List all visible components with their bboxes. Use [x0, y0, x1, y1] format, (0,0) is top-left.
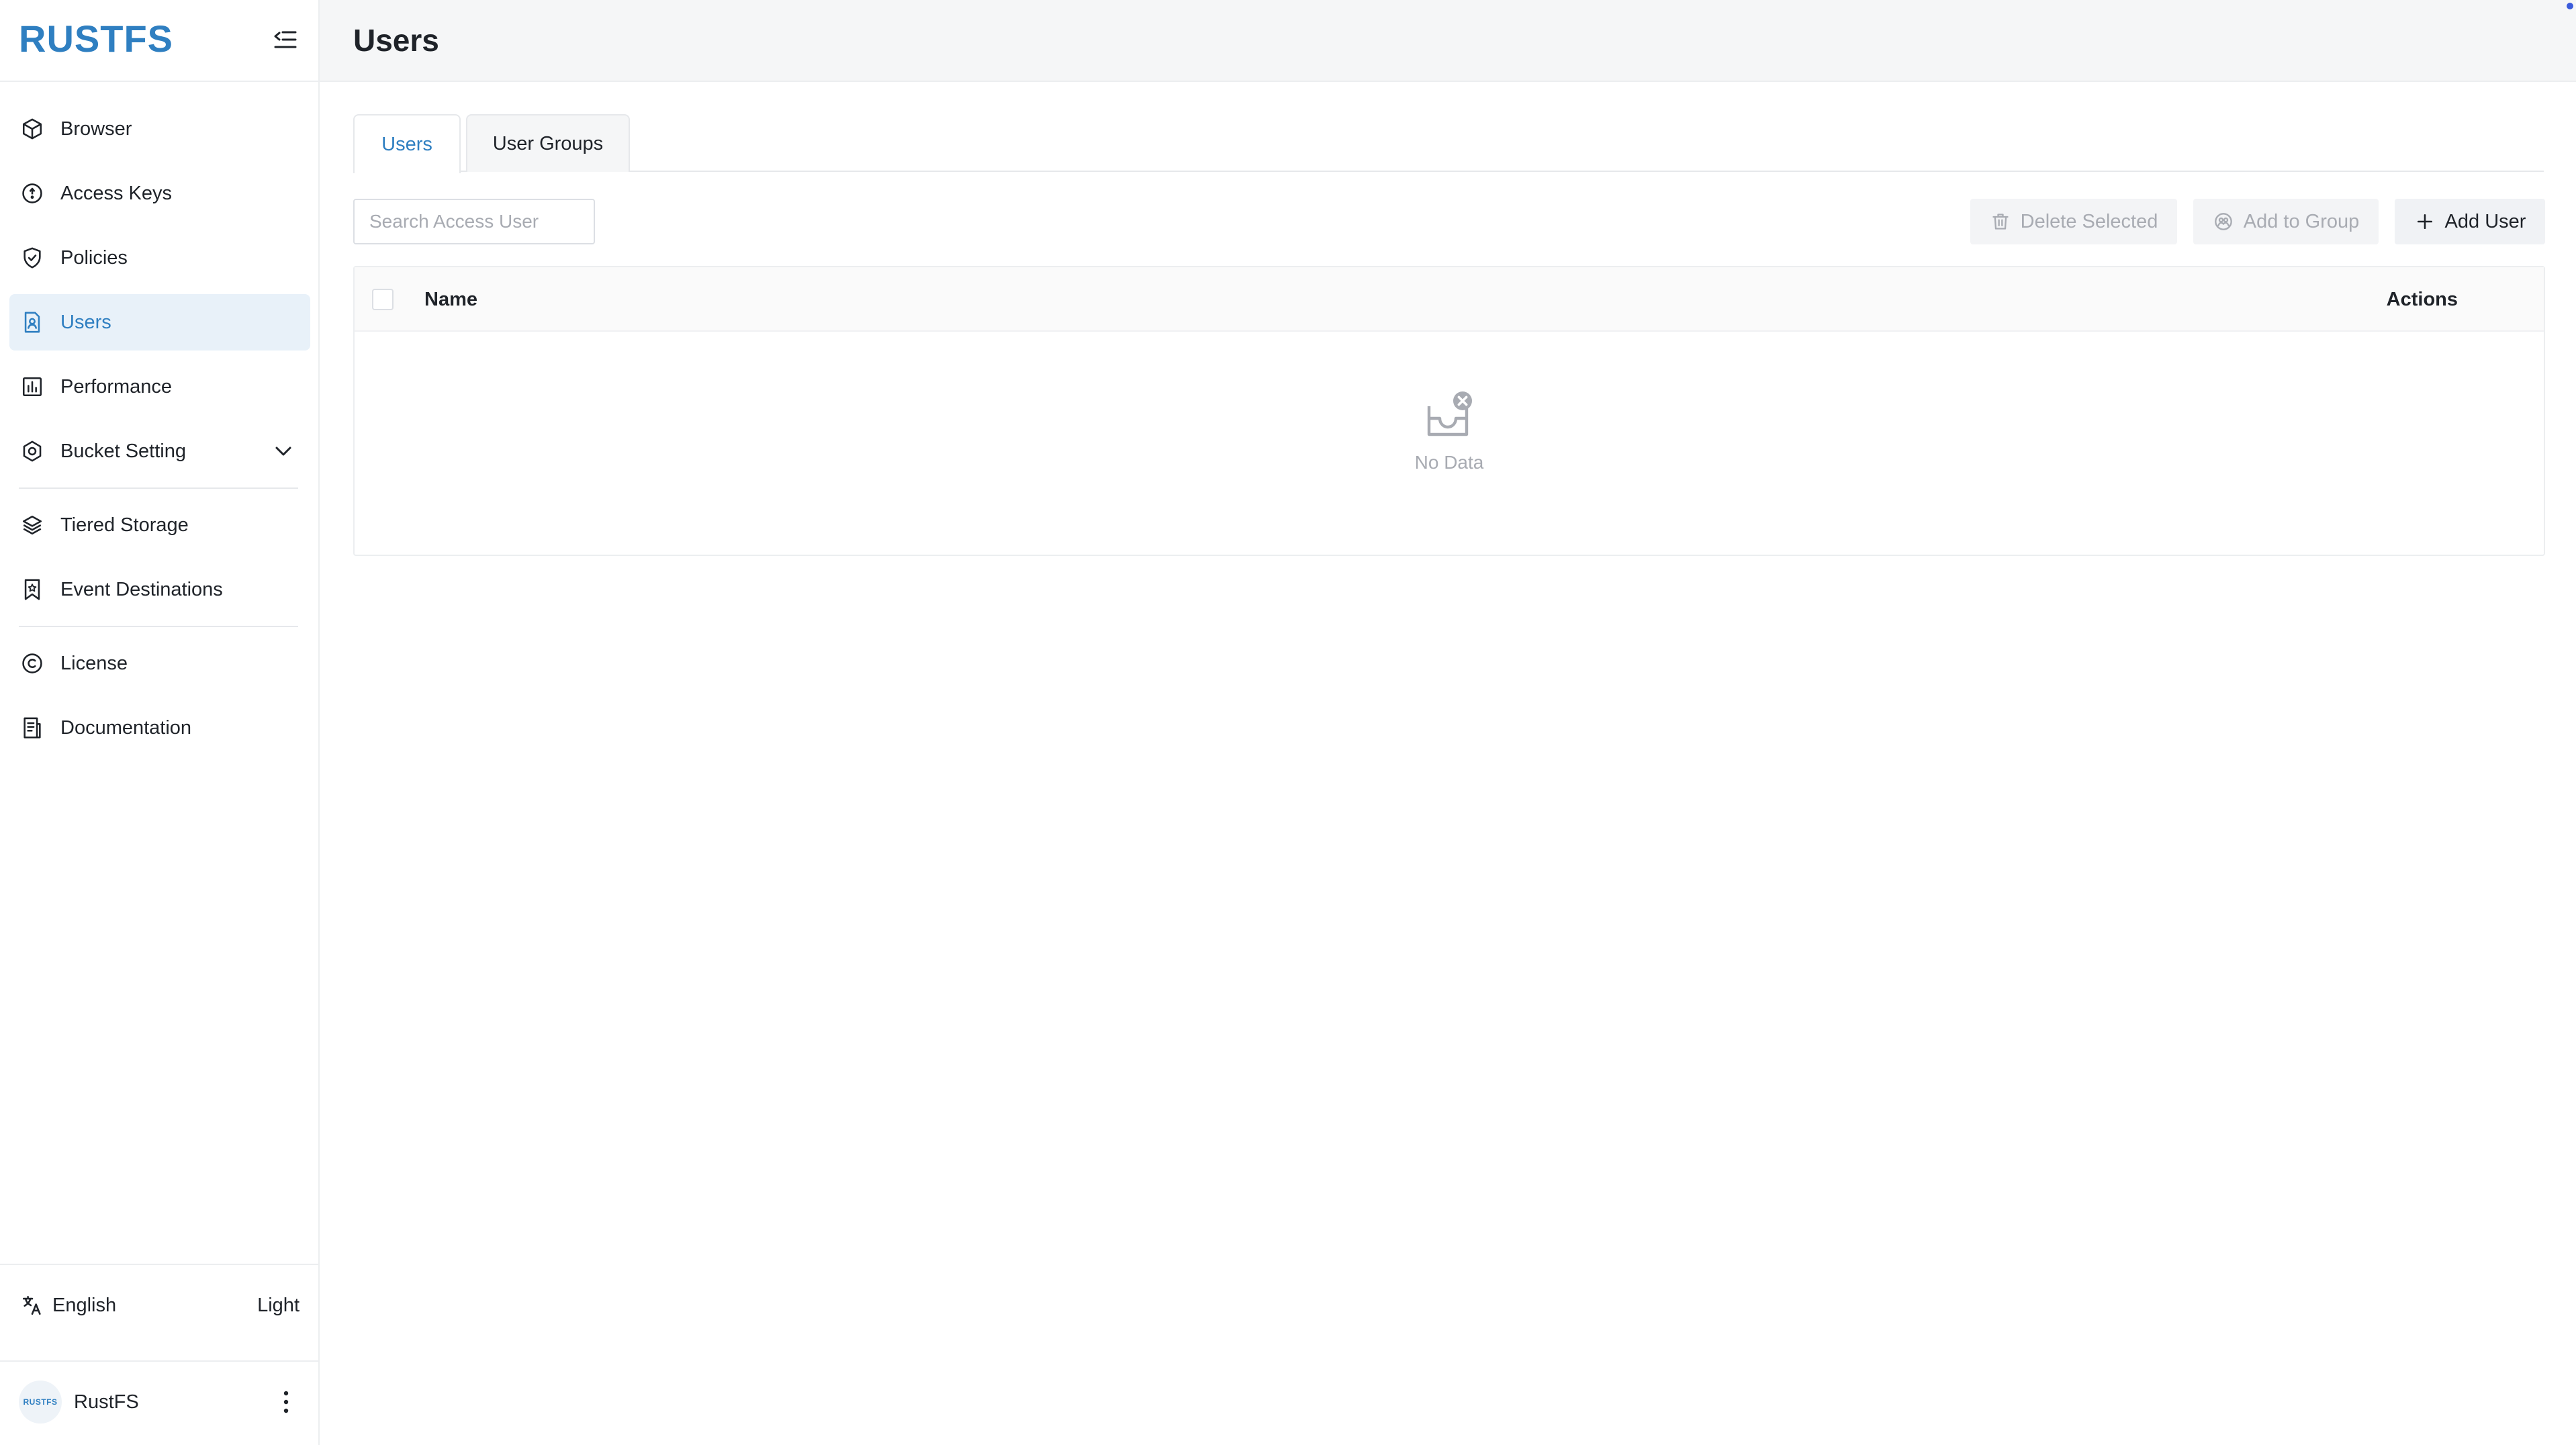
sidebar-item-label: Access Keys	[60, 182, 172, 204]
empty-state: No Data	[355, 332, 2544, 557]
theme-toggle[interactable]: Light	[257, 1295, 300, 1317]
chevron-down-icon[interactable]	[269, 436, 298, 466]
rustfs-logo: RUSTFS	[19, 17, 173, 60]
select-all-checkbox[interactable]	[372, 289, 394, 310]
sidebar-item-tiered-storage[interactable]: Tiered Storage	[9, 497, 310, 553]
sidebar-item-access-keys[interactable]: Access Keys	[9, 165, 310, 222]
users-table: Name Actions No Data	[353, 266, 2545, 556]
bar-chart-icon	[17, 372, 47, 402]
add-user-button[interactable]: Add User	[2395, 199, 2545, 244]
sidebar-item-label: Performance	[60, 375, 173, 398]
sidebar-item-policies[interactable]: Policies	[9, 230, 310, 286]
more-options-button[interactable]	[273, 1385, 300, 1419]
sidebar-item-documentation[interactable]: Documentation	[9, 700, 310, 756]
brand-bar: RUSTFS	[0, 0, 318, 82]
sidebar-item-users[interactable]: Users	[9, 294, 310, 351]
copyright-icon	[17, 649, 47, 678]
sidebar-item-label: License	[60, 652, 128, 674]
add-to-group-label: Add to Group	[2243, 210, 2360, 232]
top-bar: Users	[320, 0, 2576, 82]
sidebar-item-event-destinations[interactable]: Event Destinations	[9, 561, 310, 618]
layers-icon	[17, 510, 47, 540]
search-input[interactable]	[353, 199, 595, 244]
column-header-name[interactable]: Name	[424, 286, 477, 313]
sidebar-item-label: Browser	[60, 118, 132, 140]
status-dot	[2567, 3, 2573, 9]
bookmark-star-icon	[17, 575, 47, 604]
add-user-label: Add User	[2444, 210, 2526, 232]
language-theme-row: English Light	[0, 1277, 320, 1334]
user-name: RustFS	[74, 1391, 139, 1413]
user-file-icon	[17, 308, 47, 337]
delete-selected-label: Delete Selected	[2020, 210, 2158, 232]
gear-icon	[17, 436, 47, 466]
column-header-actions: Actions	[2386, 289, 2458, 310]
footer-divider	[0, 1264, 320, 1265]
sidebar-item-label: Bucket Setting	[60, 440, 186, 462]
add-to-group-button[interactable]: Add to Group	[2193, 199, 2379, 244]
sidebar-item-label: Tiered Storage	[60, 514, 189, 536]
nav-divider	[19, 487, 298, 489]
empty-state-text: No Data	[1414, 452, 1484, 473]
sidebar-item-label: Event Destinations	[60, 578, 223, 600]
tab-users[interactable]: Users	[353, 114, 461, 173]
empty-inbox-icon	[1427, 391, 1472, 436]
sidebar-item-label: Policies	[60, 246, 128, 269]
box-icon	[17, 114, 47, 144]
user-profile-row: RUSTFS RustFS	[0, 1374, 320, 1430]
sidebar-item-label: Users	[60, 311, 111, 333]
sidebar-item-browser[interactable]: Browser	[9, 101, 310, 157]
tab-bar: Users User Groups	[353, 114, 2544, 173]
page-title: Users	[353, 23, 439, 58]
tab-user-groups[interactable]: User Groups	[466, 114, 630, 172]
translate-icon	[19, 1292, 46, 1319]
footer-divider	[0, 1360, 320, 1362]
language-selector[interactable]: English	[52, 1295, 116, 1317]
nav-divider	[19, 626, 298, 627]
sidebar: RUSTFS Browser Access Keys Policies User…	[0, 0, 320, 1445]
sidebar-item-license[interactable]: License	[9, 635, 310, 692]
shield-check-icon	[17, 243, 47, 273]
sidebar-item-label: Documentation	[60, 716, 192, 739]
avatar[interactable]: RUSTFS	[19, 1381, 62, 1424]
trash-icon	[1990, 211, 2011, 232]
delete-selected-button[interactable]: Delete Selected	[1970, 199, 2177, 244]
sidebar-item-performance[interactable]: Performance	[9, 359, 310, 415]
app-root: RUSTFS Browser Access Keys Policies User…	[0, 0, 2576, 1445]
table-header: Name Actions	[355, 267, 2544, 332]
more-vertical-icon	[283, 1391, 289, 1413]
sidebar-item-bucket-setting[interactable]: Bucket Setting	[9, 423, 310, 479]
plus-icon	[2414, 211, 2436, 232]
document-icon	[17, 713, 47, 743]
key-circle-icon	[17, 179, 47, 208]
group-icon	[2213, 211, 2234, 232]
collapse-menu-icon	[274, 31, 297, 48]
collapse-sidebar-button[interactable]	[269, 23, 302, 56]
